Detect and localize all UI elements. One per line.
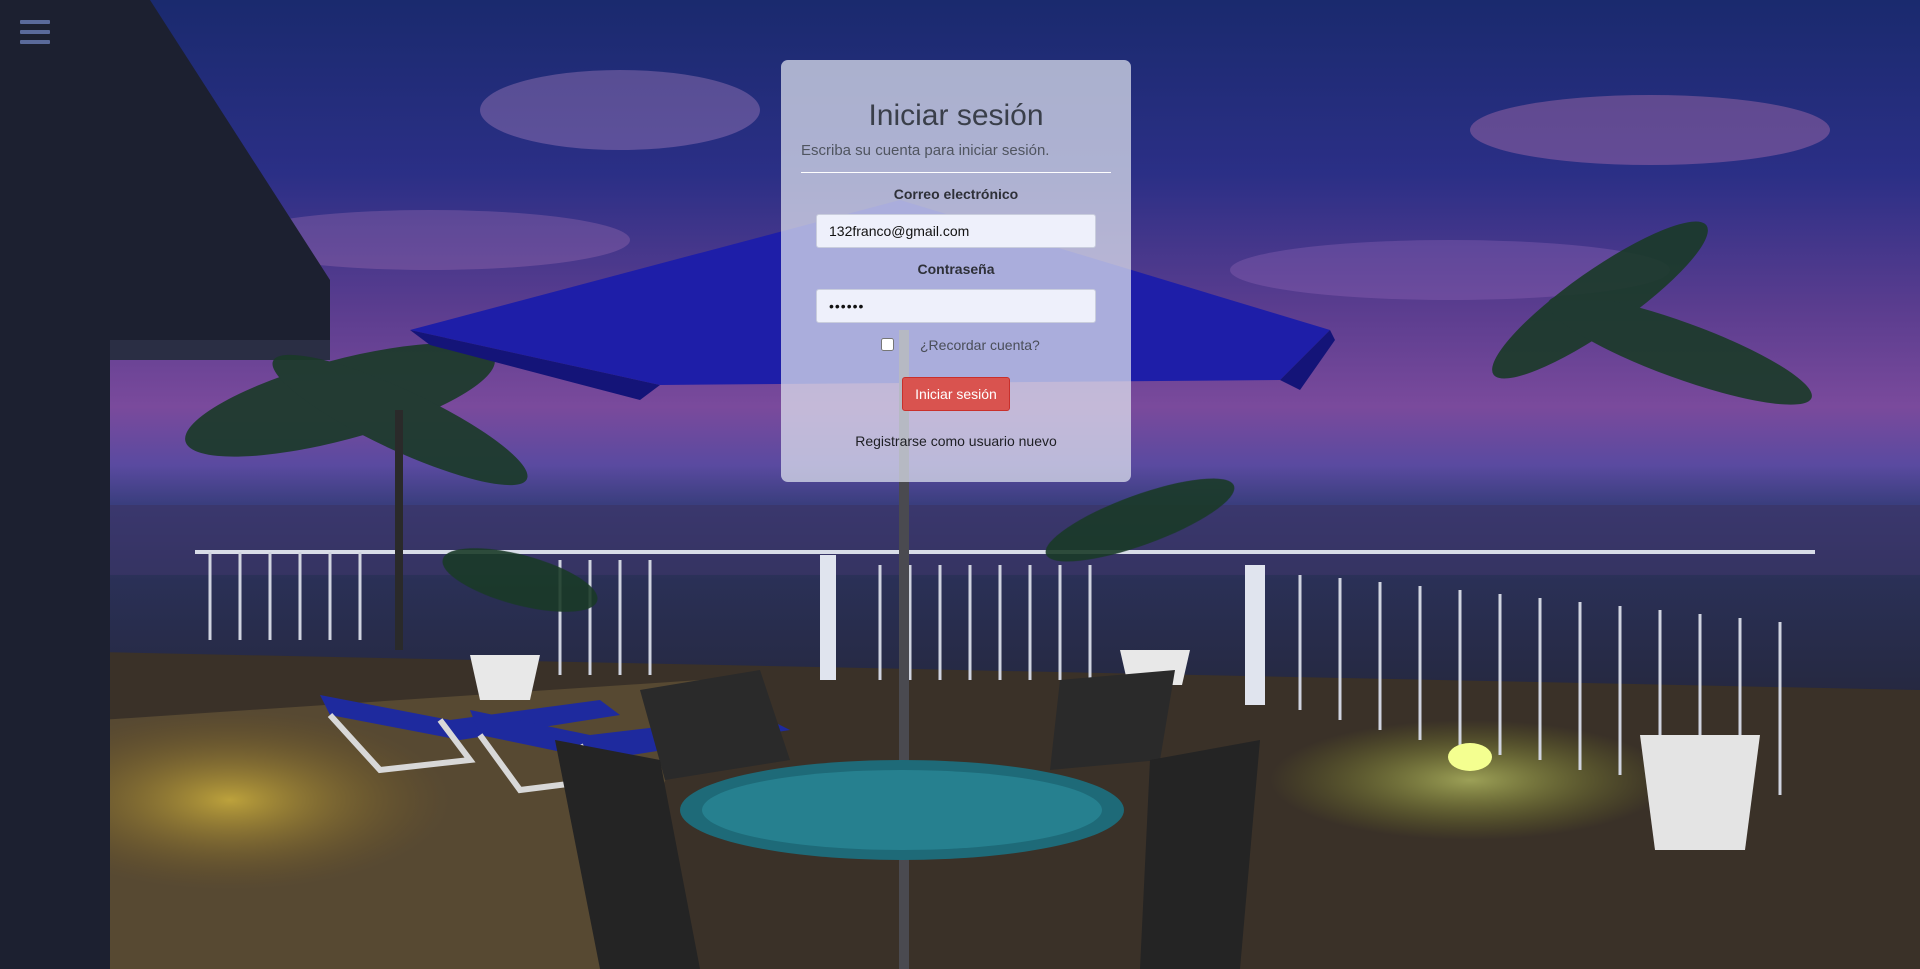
divider bbox=[801, 172, 1111, 173]
login-title: Iniciar sesión bbox=[868, 99, 1044, 132]
remember-checkbox[interactable] bbox=[881, 338, 894, 351]
remember-label: ¿Recordar cuenta? bbox=[920, 337, 1040, 353]
menu-bar bbox=[20, 20, 50, 24]
login-submit-button[interactable]: Iniciar sesión bbox=[902, 377, 1010, 411]
hamburger-menu-icon[interactable] bbox=[20, 20, 50, 48]
register-link[interactable]: Registrarse como usuario nuevo bbox=[801, 433, 1111, 449]
email-label: Correo electrónico bbox=[893, 186, 1019, 202]
password-field[interactable]: •••••• bbox=[816, 289, 1096, 323]
login-subtitle: Escriba su cuenta para iniciar sesión. bbox=[801, 142, 1050, 159]
login-card: Iniciar sesión Escriba su cuenta para in… bbox=[781, 60, 1131, 482]
email-field[interactable]: 132franco@gmail.com bbox=[816, 214, 1096, 248]
password-label: Contraseña bbox=[917, 261, 995, 277]
remember-row: ¿Recordar cuenta? bbox=[801, 335, 1111, 355]
menu-bar bbox=[20, 40, 50, 44]
menu-bar bbox=[20, 30, 50, 34]
